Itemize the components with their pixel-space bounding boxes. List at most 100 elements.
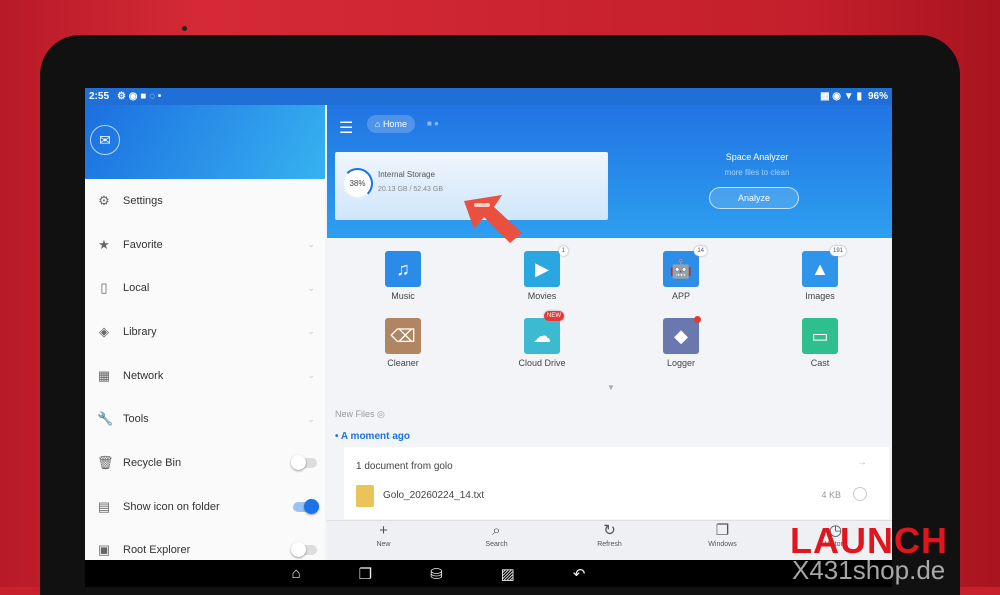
storage-ring: 38% [342,168,373,199]
sidebar-item-local[interactable]: ▯ Local ⌄ [85,266,325,310]
windows-icon: ❐ [715,522,730,539]
category-cleaner[interactable]: ⌫ Cleaner [363,318,443,368]
sidebar-item-label: Library [123,325,157,338]
sidebar-item-label: Local [123,282,150,295]
system-nav-bar: ⌂ ❐ ⛁ ▨ ↶ [85,560,892,587]
main-pane: ☰ ⌂ Home ■ ● 38% Internal Storage 20.13 … [327,105,892,560]
space-analyzer-title: Space Analyzer [725,152,789,162]
sidebar-icon: ▣ [97,542,111,558]
status-bar: 2:55 ⚙ ◉ ■ ◌ • ▦ ◉ ▼ ▮ 96% [85,88,892,105]
notification-dot [694,316,701,323]
refresh-icon: ↻ [603,522,616,539]
screen: 2:55 ⚙ ◉ ■ ◌ • ▦ ◉ ▼ ▮ 96% ✉ ⚙ Settings ★ Fa… [85,88,892,560]
category-label: Logger [666,358,696,368]
breadcrumb-extra-icon: ■ ● [427,119,439,128]
pointer-arrow-icon [464,195,522,243]
sidebar-item-label: Recycle Bin [123,456,182,469]
sidebar-item-network[interactable]: ▦ Network ⌄ [85,354,325,398]
sidebar-item-label: Show icon on folder [123,500,220,513]
breadcrumb-home[interactable]: ⌂ Home [367,115,415,133]
category-movies[interactable]: ▶ 1 Movies [502,246,582,301]
new-files-heading: New Files ◎ [335,409,385,419]
storage-size: 20.13 GB / 52.43 GB [378,186,443,193]
category-app[interactable]: 🤖 14 APP [641,246,721,301]
space-analyzer: Space Analyzer more files to clean Analy… [707,152,807,209]
toggle[interactable] [291,542,317,558]
sidebar-icon: ▯ [100,280,108,296]
time-group: • A moment ago [335,431,410,442]
sidebar-icon: ▤ [97,498,111,514]
category-images[interactable]: ▲ 191 Images [780,246,860,301]
wifi-icon: ▦ ◉ ▼ ▮ [820,91,862,102]
sidebar-item-label: Tools [123,413,149,426]
category-icon: ▶ 1 [524,246,568,287]
arrow-right-icon[interactable]: → [857,457,867,468]
battery-level: 96% [867,91,888,102]
refresh-button[interactable]: ↻ Refresh [553,521,666,560]
category-label: Cleaner [387,358,419,368]
storage-title: Internal Storage [378,170,435,179]
search-icon: ⌕ [492,522,501,539]
file-size: 4 KB [821,490,841,500]
toggle[interactable] [293,498,319,514]
category-icon: ▲ 191 [802,246,846,287]
sidebar-item-label: Favorite [123,238,163,251]
count-badge: 1 [558,246,568,256]
category-icon: ▭ [802,318,838,354]
sidebar-item-tools[interactable]: 🔧 Tools ⌄ [85,397,325,441]
expand-more-icon[interactable]: ▼ [607,383,615,392]
sidebar-item-root-explorer[interactable]: ▣ Root Explorer [85,529,325,561]
main-header: ☰ ⌂ Home ■ ● 38% Internal Storage 20.13 … [327,105,892,243]
sidebar-icon: ⚙ [98,192,110,208]
toggle[interactable] [291,454,317,470]
menu-icon[interactable]: ☰ [339,118,353,138]
search-button[interactable]: ⌕ Search [440,521,553,560]
settings-status-icon: ⚙ ◉ ■ ◌ • [117,91,162,102]
category-logger[interactable]: ◆ Logger [641,316,721,368]
text-file-icon [356,485,374,507]
sidebar-item-label: Root Explorer [123,544,191,557]
sidebar-item-show-icon-on-folder[interactable]: ▤ Show icon on folder [85,485,325,529]
category-icon: 🤖 14 [663,246,707,287]
analyze-button[interactable]: Analyze [709,187,799,209]
gallery-icon[interactable]: ▨ [501,565,515,583]
vci-icon[interactable]: ⛁ [430,565,443,583]
sidebar-item-library[interactable]: ◈ Library ⌄ [85,310,325,354]
home-icon[interactable]: ⌂ [292,565,301,582]
category-label: Music [391,291,415,301]
sidebar-icon: ★ [98,236,110,252]
sidebar-item-settings[interactable]: ⚙ Settings [85,179,325,223]
toolbar-label: New [376,541,391,548]
category-cloud-drive[interactable]: ☁ NEW Cloud Drive [502,311,582,368]
sidebar-item-label: Network [123,369,164,382]
new-button[interactable]: + New [327,521,440,560]
category-label: Movies [527,291,557,301]
chevron-down-icon: ⌄ [307,239,315,250]
windows-button[interactable]: ❐ Windows [666,521,779,560]
category-label: Cloud Drive [518,358,566,368]
count-badge: 191 [829,246,846,256]
back-icon[interactable]: ↶ [573,565,586,583]
toolbar-label: Windows [708,541,737,548]
file-select-radio[interactable] [853,487,867,501]
category-label: Cast [810,358,830,368]
sidebar-icon: 🔧 [97,411,114,427]
mail-icon[interactable]: ✉ [90,125,120,155]
sidebar: ✉ ⚙ Settings ★ Favorite ⌄ ▯ Local ⌄ ◈ Library ⌄ ▦ Ne… [85,105,325,560]
chevron-down-icon: ⌄ [307,282,315,293]
category-cast[interactable]: ▭ Cast [780,318,860,368]
sidebar-item-label: Settings [123,194,163,207]
category-icon: ♫ [385,251,421,287]
category-label: Images [805,291,835,301]
recents-icon[interactable]: ❐ [359,565,372,583]
chevron-down-icon: ⌄ [307,370,315,381]
recent-files-card[interactable]: 1 document from golo → Golo_20260224_14.… [344,447,889,519]
toolbar-label: Refresh [597,541,622,548]
category-music[interactable]: ♫ Music [363,251,443,301]
chevron-down-icon: ⌄ [307,326,315,337]
status-time: 2:55 [89,91,110,102]
sidebar-item-recycle-bin[interactable]: 🗑 Recycle Bin [85,441,325,485]
count-badge: 14 [694,246,707,256]
file-name[interactable]: Golo_20260224_14.txt [383,490,484,501]
sidebar-item-favorite[interactable]: ★ Favorite ⌄ [85,223,325,267]
